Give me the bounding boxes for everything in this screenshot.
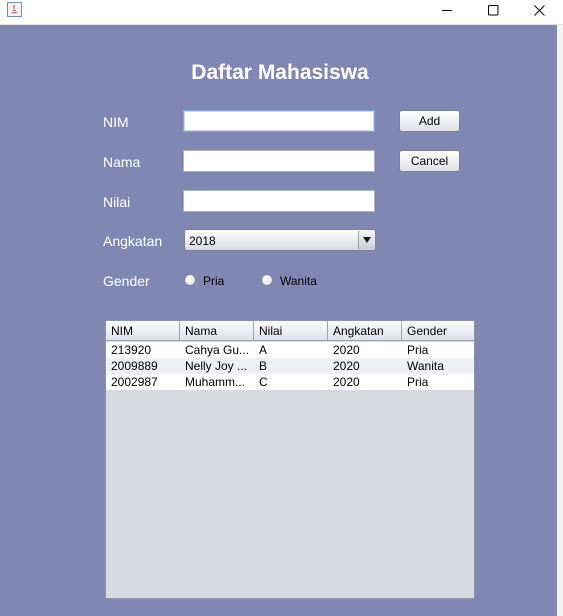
close-icon [533,4,545,16]
gender-option-pria-label: Pria [203,274,225,288]
column-header-angkatan[interactable]: Angkatan [328,321,402,341]
minimize-icon [441,9,452,11]
nim-label: NIM [103,114,129,130]
nilai-input[interactable] [183,190,375,212]
cell-nilai: A [259,343,268,357]
cell-nim: 2002987 [111,375,158,389]
form-panel: Daftar Mahasiswa NIM Add Nama Cancel Nil… [0,25,557,616]
window-right-border [557,25,563,616]
angkatan-label: Angkatan [103,233,163,249]
maximize-icon [487,4,498,15]
nilai-label: Nilai [103,194,131,210]
cell-gender: Pria [407,343,429,357]
java-app-icon [7,2,22,17]
angkatan-selected-value: 2018 [189,234,216,248]
cell-nim: 2009889 [111,359,158,373]
gender-radio-pria[interactable] [184,274,196,286]
cell-gender: Pria [407,375,429,389]
cell-angkatan: 2020 [333,359,360,373]
dropdown-arrow-button[interactable] [358,231,374,249]
column-header-nilai[interactable]: Nilai [254,321,328,341]
cell-nama: Muhamm... [185,375,246,389]
mahasiswa-table[interactable]: NIM Nama Nilai Angkatan Gender 213920 Ca… [105,320,475,599]
cancel-button[interactable]: Cancel [399,150,460,172]
table-header: NIM Nama Nilai Angkatan Gender [106,321,474,341]
chevron-down-icon [362,237,371,243]
table-row[interactable]: 213920 Cahya Gu... A 2020 Pria [106,342,474,358]
maximize-button[interactable] [470,0,516,20]
cell-nama: Nelly Joy ... [185,359,248,373]
cell-nilai: B [259,359,268,373]
column-header-nama[interactable]: Nama [180,321,254,341]
add-button[interactable]: Add [399,110,460,132]
nama-label: Nama [103,154,141,170]
cell-angkatan: 2020 [333,343,360,357]
cell-nama: Cahya Gu... [185,343,250,357]
gender-label: Gender [103,273,150,289]
nama-input[interactable] [183,150,375,172]
cell-nilai: C [259,375,268,389]
nim-input[interactable] [183,110,375,132]
page-title: Daftar Mahasiswa [191,61,369,84]
table-row[interactable]: 2002987 Muhamm... C 2020 Pria [106,374,474,390]
gender-option-wanita-label: Wanita [280,274,317,288]
cell-gender: Wanita [407,359,444,373]
gender-radio-wanita[interactable] [261,274,273,286]
close-button[interactable] [516,0,562,20]
angkatan-select[interactable]: 2018 [184,229,376,251]
minimize-button[interactable] [424,0,470,20]
cell-nim: 213920 [111,343,152,357]
column-header-gender[interactable]: Gender [402,321,474,341]
column-header-nim[interactable]: NIM [106,321,180,341]
cell-angkatan: 2020 [333,375,360,389]
table-row[interactable]: 2009889 Nelly Joy ... B 2020 Wanita [106,358,474,374]
window-titlebar [0,0,563,25]
